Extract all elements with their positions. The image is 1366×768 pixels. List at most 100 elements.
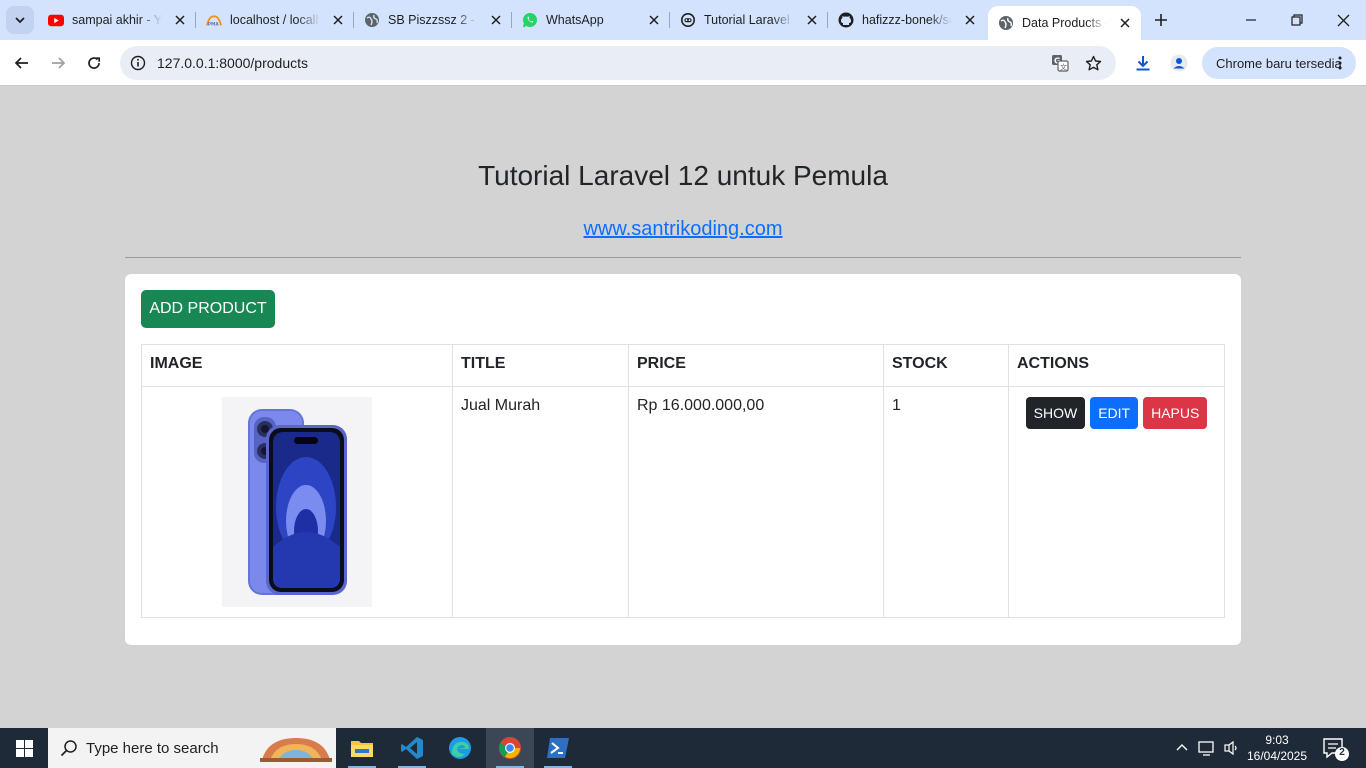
add-product-button[interactable]: ADD PRODUCT: [141, 290, 275, 328]
network-icon[interactable]: [1197, 738, 1217, 758]
chevron-up-icon[interactable]: [1172, 738, 1192, 758]
product-image-cell: [141, 386, 453, 618]
product-stock-cell: 1: [883, 386, 1009, 618]
minimize-button[interactable]: [1228, 0, 1274, 40]
search-highlight-icon: [260, 738, 332, 762]
vscode-icon: [401, 737, 423, 759]
system-clock[interactable]: 9:03 16/04/2025: [1240, 732, 1314, 764]
column-header-stock: STOCK: [883, 344, 1009, 387]
reload-button[interactable]: [80, 49, 108, 77]
taskbar-file-explorer[interactable]: [338, 728, 386, 768]
github-icon: [838, 12, 854, 28]
file-explorer-icon: [351, 741, 373, 757]
tab-search-button[interactable]: [6, 6, 34, 34]
address-bar[interactable]: 127.0.0.1:8000/products G文: [120, 46, 1116, 80]
taskbar: Type here to search 9:03 16/04/2025 2: [0, 728, 1366, 768]
svg-text:PMA: PMA: [208, 21, 220, 27]
translate-icon[interactable]: G文: [1050, 53, 1070, 73]
start-button[interactable]: [0, 728, 48, 768]
tab-phpmyadmin[interactable]: PMA localhost / localhost | phpMyAdmin: [196, 0, 354, 40]
star-icon[interactable]: [1083, 53, 1103, 73]
page-title: Tutorial Laravel 12 untuk Pemula: [478, 160, 888, 191]
tab-github[interactable]: hafizzz-bonek/sc: [828, 0, 986, 40]
chrome-update-button[interactable]: Chrome baru tersedia: [1202, 47, 1356, 79]
plus-icon: [1155, 14, 1167, 26]
tab-title: SB Piszzssz 2 - Blank: [388, 13, 478, 27]
close-icon[interactable]: [1117, 15, 1133, 31]
notification-center-button[interactable]: 2: [1320, 736, 1350, 762]
windows-icon: [15, 739, 33, 757]
browser-toolbar: 127.0.0.1:8000/products G文 Chrome baru t…: [0, 40, 1366, 86]
profile-button[interactable]: [1165, 49, 1193, 77]
products-table: IMAGE TITLE PRICE STOCK ACTIONS Jual Mur…: [141, 344, 1225, 618]
tab-whatsapp[interactable]: WhatsApp: [512, 0, 670, 40]
column-header-actions: ACTIONS: [1008, 344, 1225, 387]
globe-icon: [364, 12, 380, 28]
taskbar-chrome[interactable]: [486, 728, 534, 768]
update-label: Chrome baru tersedia: [1216, 55, 1342, 71]
page-content: Tutorial Laravel 12 untuk Pemula www.san…: [0, 87, 1366, 728]
tab-youtube[interactable]: sampai akhir - YouTube: [38, 0, 196, 40]
taskbar-vscode[interactable]: [388, 728, 436, 768]
restore-icon: [1291, 14, 1303, 26]
avatar-icon: [1170, 54, 1188, 72]
new-tab-button[interactable]: [1150, 9, 1172, 31]
product-title-cell: Jual Murah: [452, 386, 629, 618]
site-link[interactable]: www.santrikoding.com: [584, 218, 783, 240]
column-header-image: IMAGE: [141, 344, 453, 387]
close-icon[interactable]: [962, 12, 978, 28]
search-icon: [60, 739, 78, 757]
tab-title: localhost / localhost | phpMyAdmin: [230, 13, 320, 27]
close-icon[interactable]: [488, 12, 504, 28]
taskbar-edge[interactable]: [436, 728, 484, 768]
octocat-icon: [680, 12, 696, 28]
table-header-row: IMAGE TITLE PRICE STOCK ACTIONS: [141, 344, 1225, 387]
site-info-icon[interactable]: [128, 53, 148, 73]
clock-time: 9:03: [1265, 733, 1289, 747]
close-icon[interactable]: [330, 12, 346, 28]
column-header-title: TITLE: [452, 344, 629, 387]
divider: [125, 257, 1241, 258]
show-button[interactable]: SHOW: [1025, 397, 1086, 429]
taskbar-search[interactable]: Type here to search: [48, 728, 336, 768]
notification-count: 2: [1339, 747, 1345, 758]
tab-title: WhatsApp: [546, 13, 604, 27]
back-button[interactable]: [8, 49, 36, 77]
search-placeholder: Type here to search: [86, 739, 219, 757]
action-buttons: SHOW EDIT HAPUS: [1017, 397, 1216, 429]
globe-icon: [998, 15, 1014, 31]
powershell-icon: [547, 738, 569, 758]
phone-image: [222, 397, 372, 607]
close-icon: [1337, 14, 1349, 26]
products-card: ADD PRODUCT IMAGE TITLE PRICE STOCK ACTI…: [125, 274, 1241, 645]
reload-icon: [88, 57, 101, 69]
close-icon[interactable]: [172, 12, 188, 28]
more-vert-icon[interactable]: [1332, 55, 1348, 74]
url-text[interactable]: 127.0.0.1:8000/products: [157, 55, 308, 71]
close-icon[interactable]: [804, 12, 820, 28]
clock-date: 16/04/2025: [1246, 749, 1308, 763]
edge-icon: [449, 737, 471, 759]
site-link-wrap: www.santrikoding.com: [0, 218, 1366, 241]
tab-data-products[interactable]: Data Products - S: [988, 6, 1141, 40]
close-window-button[interactable]: [1320, 0, 1366, 40]
minimize-icon: [1246, 19, 1256, 21]
table-row: Jual Murah Rp 16.000.000,00 1 SHOW EDIT …: [141, 386, 1225, 618]
download-icon: [1136, 56, 1150, 71]
restore-button[interactable]: [1274, 0, 1320, 40]
delete-button[interactable]: HAPUS: [1143, 397, 1208, 429]
tab-sb-blank[interactable]: SB Piszzssz 2 - Blank: [354, 0, 512, 40]
tab-title: Data Products - S: [1022, 16, 1107, 30]
tab-title: hafizzz-bonek/sc: [862, 13, 952, 27]
forward-button[interactable]: [44, 49, 72, 77]
product-actions-cell: SHOW EDIT HAPUS: [1008, 386, 1225, 618]
taskbar-powershell[interactable]: [534, 728, 582, 768]
tab-tutorial-laravel[interactable]: Tutorial Laravel: [670, 0, 828, 40]
speaker-icon[interactable]: [1221, 738, 1241, 758]
chevron-down-icon: [15, 17, 25, 24]
close-icon[interactable]: [646, 12, 662, 28]
download-button[interactable]: [1129, 49, 1157, 77]
edit-button[interactable]: EDIT: [1090, 397, 1139, 429]
arrow-right-icon: [52, 57, 66, 69]
phpmyadmin-icon: PMA: [206, 12, 222, 28]
